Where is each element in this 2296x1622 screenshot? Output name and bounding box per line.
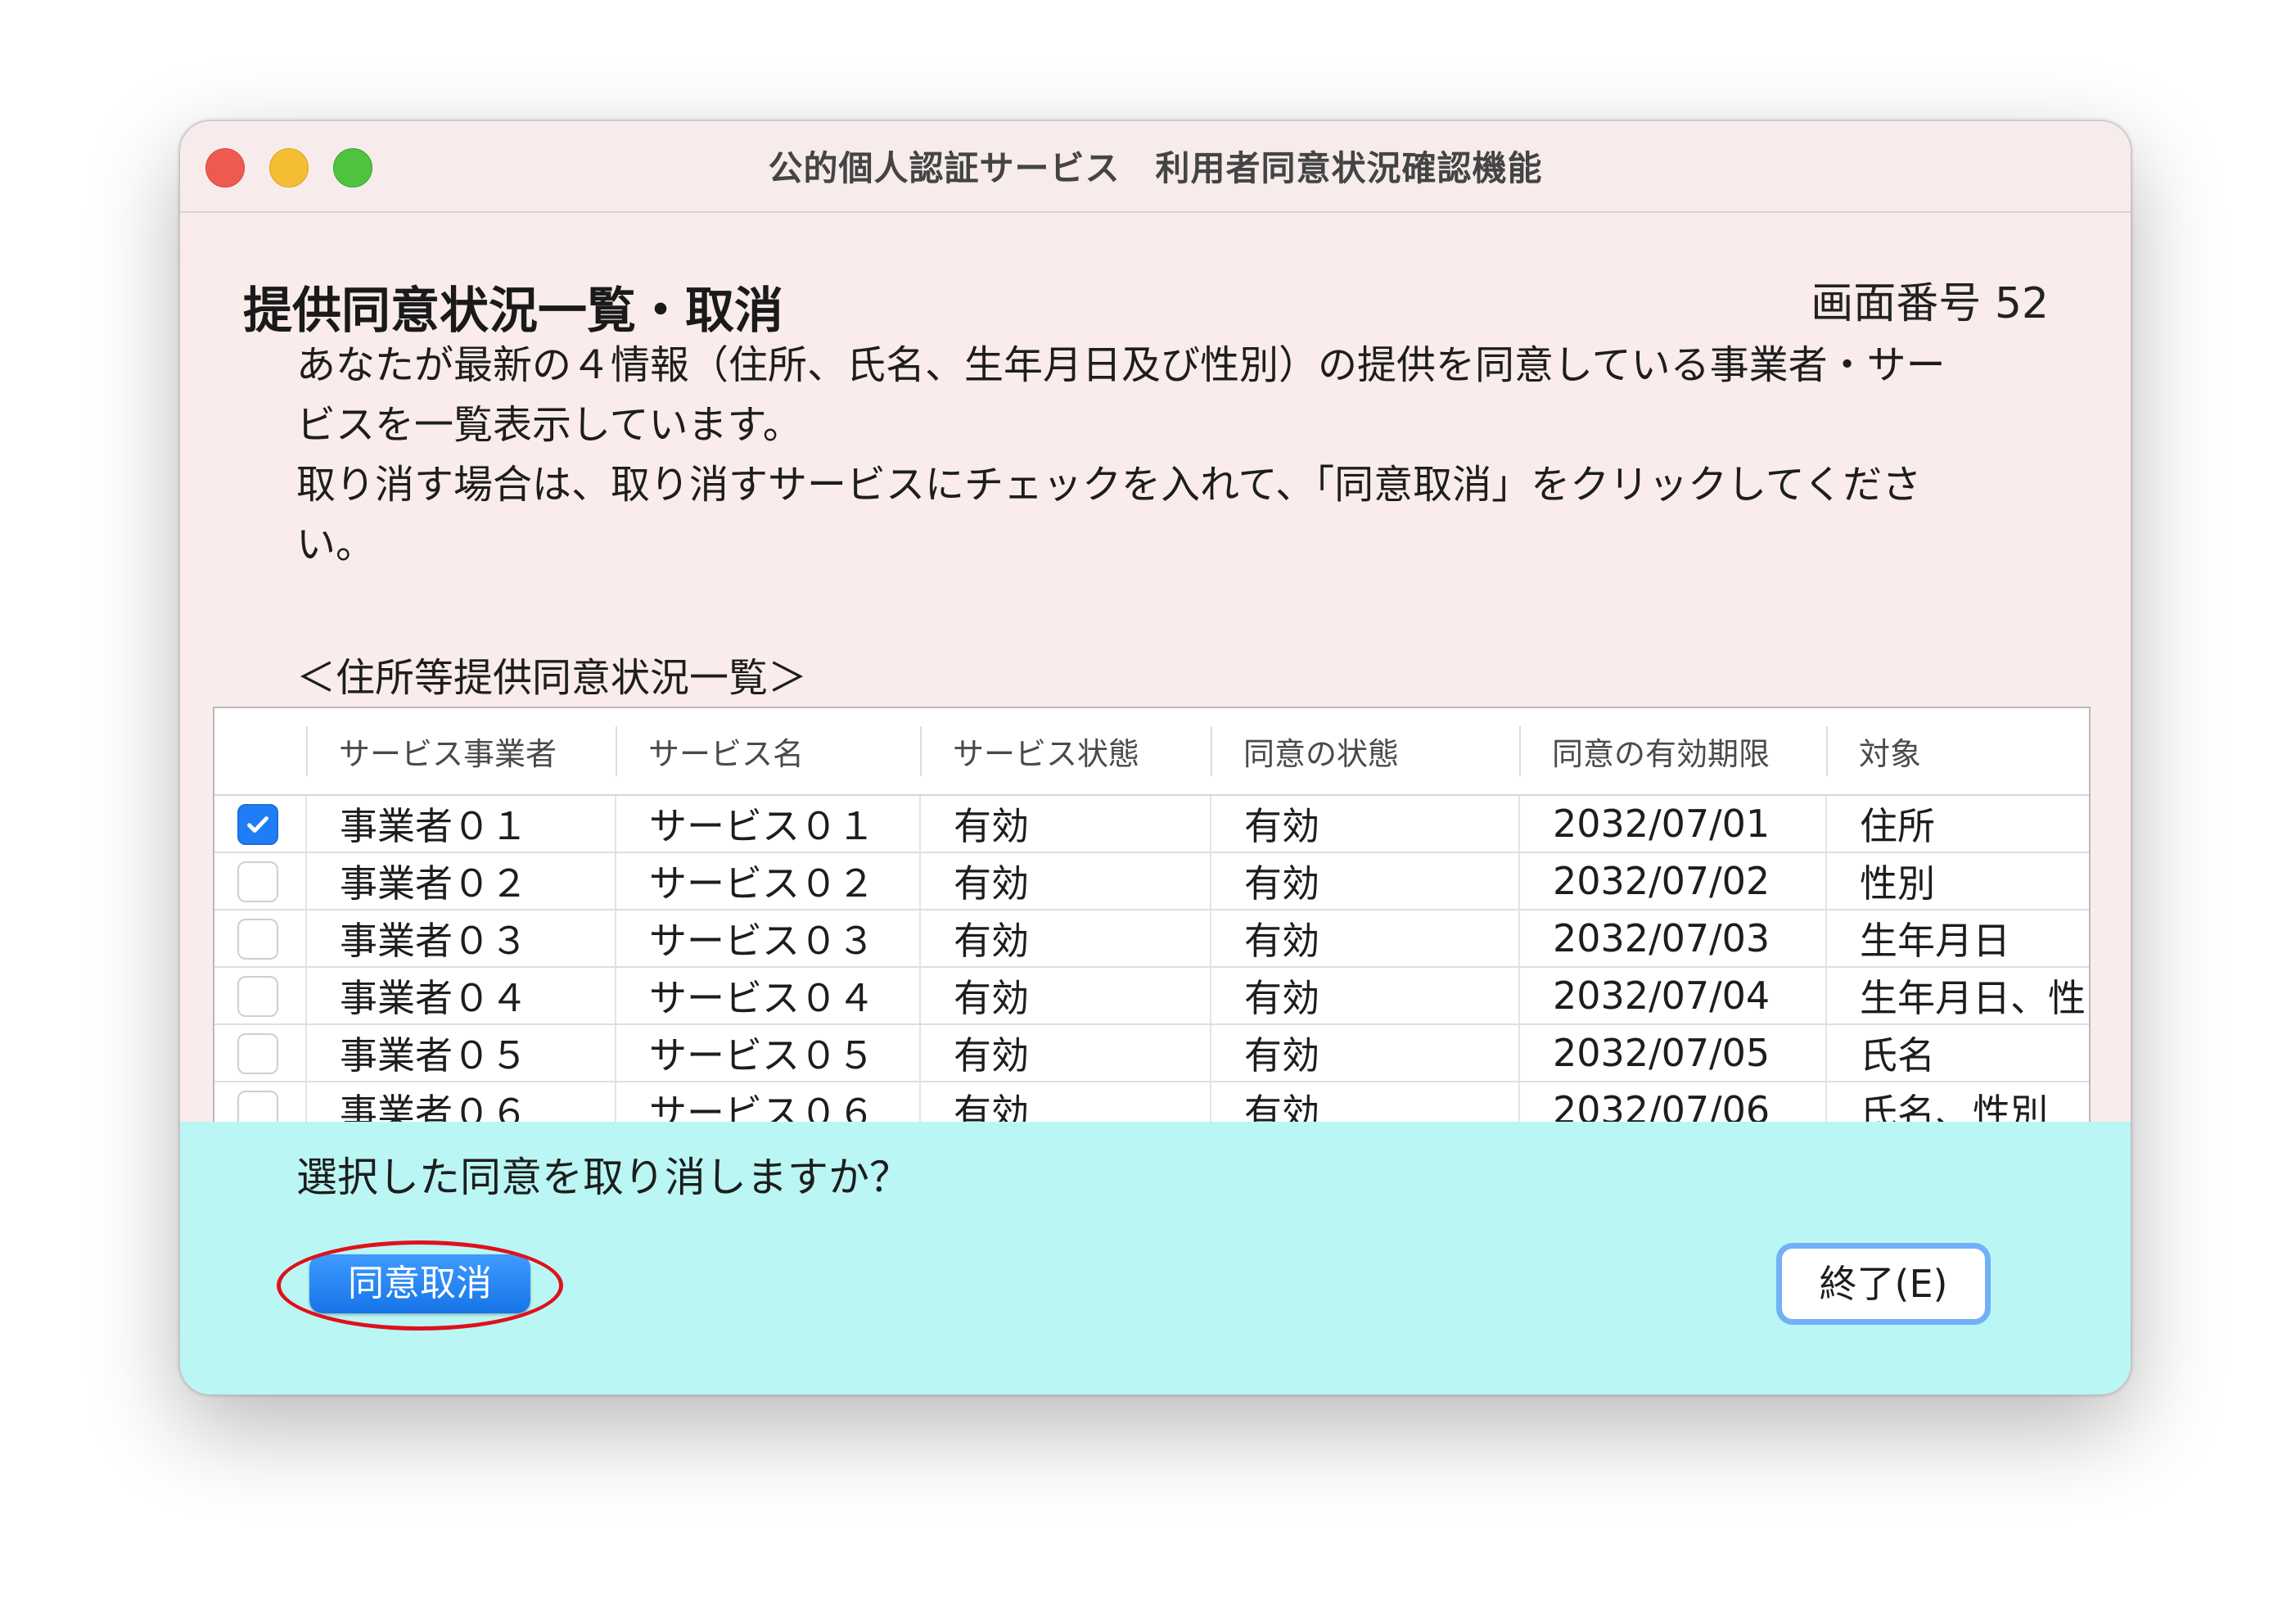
row-select-cell bbox=[214, 910, 306, 968]
description-line-1: あなたが最新の４情報（住所、氏名、生年月日及び性別）の提供を同意している事業者・… bbox=[296, 342, 1946, 448]
window-title: 公的個人認証サービス 利用者同意状況確認機能 bbox=[768, 148, 1543, 188]
row-checkbox[interactable] bbox=[237, 976, 278, 1017]
cell-consent-status: 有効 bbox=[1210, 795, 1519, 853]
table-row[interactable]: 事業者０１ サービス０１ 有効 有効 2032/07/01 住所 bbox=[214, 795, 2089, 853]
cell-provider: 事業者０４ bbox=[305, 967, 616, 1025]
table-caption: ＜住所等提供同意状況一覧＞ bbox=[296, 655, 808, 701]
cell-target: 氏名 bbox=[1825, 1024, 2089, 1082]
consent-table: サービス事業者 サービス名 サービス状態 同意の状態 同意の有効期限 対象 事業… bbox=[214, 708, 2089, 1134]
cell-provider: 事業者０３ bbox=[305, 910, 616, 968]
row-select-cell bbox=[214, 1024, 306, 1082]
screen-number: 画面番号 52 bbox=[1811, 279, 2049, 328]
description: あなたが最新の４情報（住所、氏名、生年月日及び性別）の提供を同意している事業者・… bbox=[296, 336, 1966, 575]
cell-expiry: 2032/07/03 bbox=[1518, 910, 1826, 968]
title-bar: 公的個人認証サービス 利用者同意状況確認機能 bbox=[180, 121, 2131, 213]
column-header-consent-status[interactable]: 同意の状態 bbox=[1211, 708, 1519, 796]
cell-expiry: 2032/07/05 bbox=[1518, 1024, 1826, 1082]
table-row[interactable]: 事業者０５ サービス０５ 有効 有効 2032/07/05 氏名 bbox=[214, 1024, 2089, 1082]
cell-service: サービス０５ bbox=[615, 1024, 920, 1082]
table-row[interactable]: 事業者０３ サービス０３ 有効 有効 2032/07/03 生年月日 bbox=[214, 910, 2089, 968]
cell-provider: 事業者０５ bbox=[305, 1024, 616, 1082]
cell-expiry: 2032/07/01 bbox=[1518, 795, 1826, 853]
cell-target: 生年月日 bbox=[1825, 910, 2089, 968]
table-body: 事業者０１ サービス０１ 有効 有効 2032/07/01 住所 事業者０２ サービス０２ 有効… bbox=[214, 795, 2089, 1134]
cell-service-status: 有効 bbox=[919, 795, 1211, 853]
column-header-service[interactable]: サービス名 bbox=[616, 708, 920, 796]
row-select-cell bbox=[214, 795, 306, 853]
row-checkbox[interactable] bbox=[237, 804, 278, 845]
app-window: 公的個人認証サービス 利用者同意状況確認機能 提供同意状況一覧・取消 画面番号 … bbox=[179, 120, 2131, 1395]
cell-service-status: 有効 bbox=[919, 967, 1211, 1025]
cell-service: サービス０３ bbox=[615, 910, 920, 968]
page-title: 提供同意状況一覧・取消 bbox=[243, 282, 783, 340]
column-header-expiry[interactable]: 同意の有効期限 bbox=[1519, 708, 1826, 796]
cell-consent-status: 有効 bbox=[1210, 967, 1519, 1025]
cell-expiry: 2032/07/04 bbox=[1518, 967, 1826, 1025]
row-select-cell bbox=[214, 967, 306, 1025]
cell-consent-status: 有効 bbox=[1210, 852, 1519, 910]
cell-target: 性別 bbox=[1825, 852, 2089, 910]
column-header-service-status[interactable]: サービス状態 bbox=[920, 708, 1211, 796]
row-select-cell bbox=[214, 852, 306, 910]
column-header-select bbox=[214, 708, 306, 796]
exit-button[interactable]: 終了(E) bbox=[1776, 1243, 1991, 1325]
cell-consent-status: 有効 bbox=[1210, 1024, 1519, 1082]
cell-service-status: 有効 bbox=[919, 910, 1211, 968]
highlight-ellipse bbox=[277, 1240, 563, 1331]
cell-provider: 事業者０２ bbox=[305, 852, 616, 910]
cell-provider: 事業者０１ bbox=[305, 795, 616, 853]
row-checkbox[interactable] bbox=[237, 861, 278, 902]
cell-service: サービス０１ bbox=[615, 795, 920, 853]
row-checkbox[interactable] bbox=[237, 919, 278, 960]
column-header-provider[interactable]: サービス事業者 bbox=[306, 708, 616, 796]
cell-consent-status: 有効 bbox=[1210, 910, 1519, 968]
cell-service-status: 有効 bbox=[919, 852, 1211, 910]
consent-table-scroll-area[interactable]: サービス事業者 サービス名 サービス状態 同意の状態 同意の有効期限 対象 事業… bbox=[213, 707, 2091, 1136]
cell-target: 生年月日、性 bbox=[1825, 967, 2089, 1025]
table-header-row: サービス事業者 サービス名 サービス状態 同意の状態 同意の有効期限 対象 bbox=[214, 708, 2089, 796]
column-header-target[interactable]: 対象 bbox=[1826, 708, 2089, 796]
description-line-2: 取り消す場合は、取り消すサービスにチェックを入れて、「同意取消」をクリックしてく… bbox=[296, 462, 1922, 567]
table-row[interactable]: 事業者０４ サービス０４ 有効 有効 2032/07/04 生年月日、性 bbox=[214, 967, 2089, 1025]
row-checkbox[interactable] bbox=[237, 1033, 278, 1074]
cell-service-status: 有効 bbox=[919, 1024, 1211, 1082]
cell-target: 住所 bbox=[1825, 795, 2089, 853]
confirm-question: 選択した同意を取り消しますか？ bbox=[296, 1154, 910, 1201]
cell-expiry: 2032/07/02 bbox=[1518, 852, 1826, 910]
cell-service: サービス０２ bbox=[615, 852, 920, 910]
checkmark-icon bbox=[247, 816, 268, 833]
cell-service: サービス０４ bbox=[615, 967, 920, 1025]
confirmation-panel: 選択した同意を取り消しますか？ 同意取消 終了(E) bbox=[180, 1122, 2131, 1394]
table-row[interactable]: 事業者０２ サービス０２ 有効 有効 2032/07/02 性別 bbox=[214, 852, 2089, 910]
